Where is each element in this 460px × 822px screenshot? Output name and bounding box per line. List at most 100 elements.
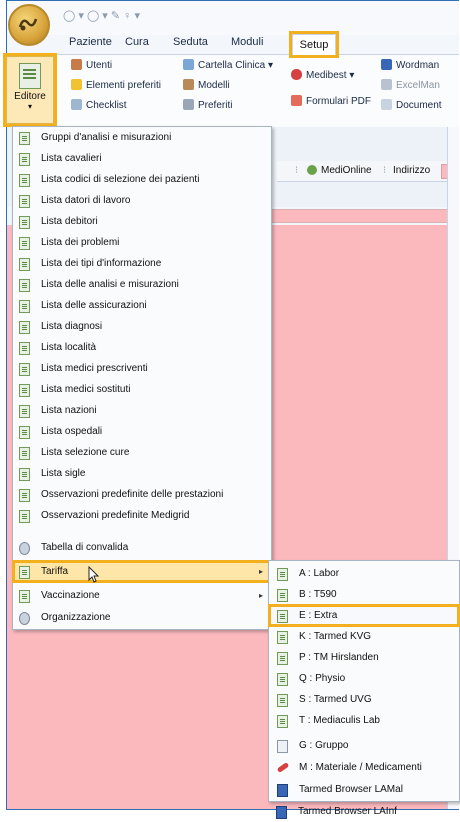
excelman-button[interactable]: ExcelMan: [381, 79, 440, 91]
page-icon: [19, 153, 30, 166]
submenu-arrow-icon: ▸: [258, 591, 263, 600]
page-icon: [277, 610, 288, 623]
tab-cura[interactable]: Cura: [125, 36, 149, 48]
model-icon: [183, 79, 194, 90]
menu-item-lista-codici-selezione[interactable]: Lista codici di selezione dei pazienti: [13, 169, 271, 190]
menu-item-lista-selezione-cure[interactable]: Lista selezione cure: [13, 442, 271, 463]
submenu-item-tarmed-browser-lamal[interactable]: Tarmed Browser LAMal: [269, 779, 459, 800]
menu-item-organizzazione[interactable]: Organizzazione: [13, 607, 271, 628]
word-icon: [381, 59, 392, 70]
page-icon: [19, 447, 30, 460]
document-icon: [277, 740, 288, 753]
page-icon: [19, 300, 30, 313]
submenu-item-tarmed-uvg[interactable]: S : Tarmed UVG: [269, 689, 459, 710]
submenu-item-tarmed-browser-lainf[interactable]: Tarmed Browser LAInf: [268, 801, 458, 822]
grid-icon: [276, 806, 287, 819]
page-icon: [277, 589, 288, 602]
submenu-item-mediaculis-lab[interactable]: T : Mediaculis Lab: [269, 710, 459, 731]
menu-item-gruppi-analisi[interactable]: Gruppi d'analisi e misurazioni: [13, 127, 271, 148]
page-icon: [277, 631, 288, 644]
users-icon: [71, 59, 82, 70]
page-icon: [19, 468, 30, 481]
tab-seduta[interactable]: Seduta: [173, 36, 208, 48]
page-icon: [277, 673, 288, 686]
submenu-item-extra[interactable]: E : Extra: [268, 604, 460, 627]
preferiti-button[interactable]: Preferiti: [183, 99, 232, 111]
menu-item-lista-nazioni[interactable]: Lista nazioni: [13, 400, 271, 421]
page-icon: [19, 363, 30, 376]
pill-icon: [276, 762, 290, 773]
page-icon: [277, 652, 288, 665]
menu-item-lista-tipi-informazione[interactable]: Lista dei tipi d'informazione: [13, 253, 271, 274]
menu-item-tabella-convalida[interactable]: Tabella di convalida: [13, 537, 271, 558]
submenu-item-tarmed-kvg[interactable]: K : Tarmed KVG: [269, 626, 459, 647]
page-icon: [19, 405, 30, 418]
menu-item-vaccinazione[interactable]: Vaccinazione ▸: [13, 585, 271, 606]
submenu-item-materiale-medicamenti[interactable]: M : Materiale / Medicamenti: [269, 757, 459, 778]
excel-icon: [381, 79, 392, 90]
checklist-button[interactable]: Checklist: [71, 99, 127, 111]
cartella-clinica-button[interactable]: Cartella Clinica ▾: [183, 59, 273, 71]
page-icon: [19, 566, 30, 579]
wordman-button[interactable]: Wordman: [381, 59, 439, 71]
page-icon: [19, 590, 30, 603]
menu-item-lista-analisi-misurazioni[interactable]: Lista delle analisi e misurazioni: [13, 274, 271, 295]
tab-paziente[interactable]: Paziente: [69, 36, 112, 48]
page-icon: [19, 216, 30, 229]
cursor-icon: [88, 566, 100, 583]
page-icon: [19, 174, 30, 187]
menu-item-lista-sigle[interactable]: Lista sigle: [13, 463, 271, 484]
submenu-item-tm-hirslanden[interactable]: P : TM Hirslanden: [269, 647, 459, 668]
app-orb-icon[interactable]: [8, 4, 50, 46]
gear-icon: [19, 612, 30, 625]
modelli-button[interactable]: Modelli: [183, 79, 230, 91]
page-icon: [19, 426, 30, 439]
submenu-item-gruppo[interactable]: G : Gruppo: [269, 735, 459, 756]
editore-dropdown-menu: Gruppi d'analisi e misurazioni Lista cav…: [12, 126, 272, 630]
quick-access-toolbar[interactable]: ◯ ▾ ◯ ▾ ✎ ♀ ▾: [63, 9, 140, 22]
medibest-button[interactable]: Medibest ▾: [291, 69, 354, 81]
menu-item-lista-datori-lavoro[interactable]: Lista datori di lavoro: [13, 190, 271, 211]
submenu-item-labor[interactable]: A : Labor: [269, 563, 459, 584]
menu-item-osservazioni-prestazioni[interactable]: Osservazioni predefinite delle prestazio…: [13, 484, 271, 505]
tab-setup[interactable]: Setup: [289, 31, 339, 58]
menu-item-lista-localita[interactable]: Lista località: [13, 337, 271, 358]
page-icon: [277, 694, 288, 707]
menu-item-lista-debitori[interactable]: Lista debitori: [13, 211, 271, 232]
page-icon: [19, 195, 30, 208]
ribbon-panel: Utenti Elementi preferiti Checklist Cart…: [7, 54, 459, 128]
menu-item-osservazioni-medigrid[interactable]: Osservazioni predefinite Medigrid: [13, 505, 271, 526]
menu-item-lista-cavalieri[interactable]: Lista cavalieri: [13, 148, 271, 169]
page-icon: [277, 715, 288, 728]
toolbar-strip: ⁝ MediOnline ⁝ Indirizzo: [277, 161, 459, 182]
page-icon: [277, 568, 288, 581]
indirizzo-label: Indirizzo: [393, 165, 431, 176]
search-bar[interactable]: [271, 209, 449, 223]
pdf-icon: [291, 95, 302, 106]
menu-item-lista-problemi[interactable]: Lista dei problemi: [13, 232, 271, 253]
menu-item-lista-assicurazioni[interactable]: Lista delle assicurazioni: [13, 295, 271, 316]
grid-icon: [277, 784, 288, 797]
submenu-arrow-icon: ▸: [258, 567, 263, 576]
menu-item-lista-medici-sostituti[interactable]: Lista medici sostituti: [13, 379, 271, 400]
menu-item-lista-diagnosi[interactable]: Lista diagnosi: [13, 316, 271, 337]
submenu-item-t590[interactable]: B : T590: [269, 584, 459, 605]
elementi-preferiti-button[interactable]: Elementi preferiti: [71, 79, 161, 91]
editor-icon: [19, 63, 41, 89]
medionline-button[interactable]: MediOnline: [321, 165, 372, 176]
list-icon: [183, 99, 194, 110]
page-icon: [19, 510, 30, 523]
menu-item-lista-medici-prescriventi[interactable]: Lista medici prescriventi: [13, 358, 271, 379]
tab-moduli[interactable]: Moduli: [231, 36, 263, 48]
page-icon: [19, 132, 30, 145]
formulari-pdf-button[interactable]: Formulari PDF: [291, 95, 371, 107]
folder-icon: [183, 59, 194, 70]
submenu-item-physio[interactable]: Q : Physio: [269, 668, 459, 689]
utenti-button[interactable]: Utenti: [71, 59, 112, 71]
document-button[interactable]: Document: [381, 99, 442, 111]
menu-item-tariffa[interactable]: Tariffa ▸: [12, 560, 272, 583]
editore-button[interactable]: Editore ▾: [3, 53, 57, 127]
page-icon: [19, 237, 30, 250]
chevron-down-icon: ▾: [27, 102, 32, 111]
menu-item-lista-ospedali[interactable]: Lista ospedali: [13, 421, 271, 442]
